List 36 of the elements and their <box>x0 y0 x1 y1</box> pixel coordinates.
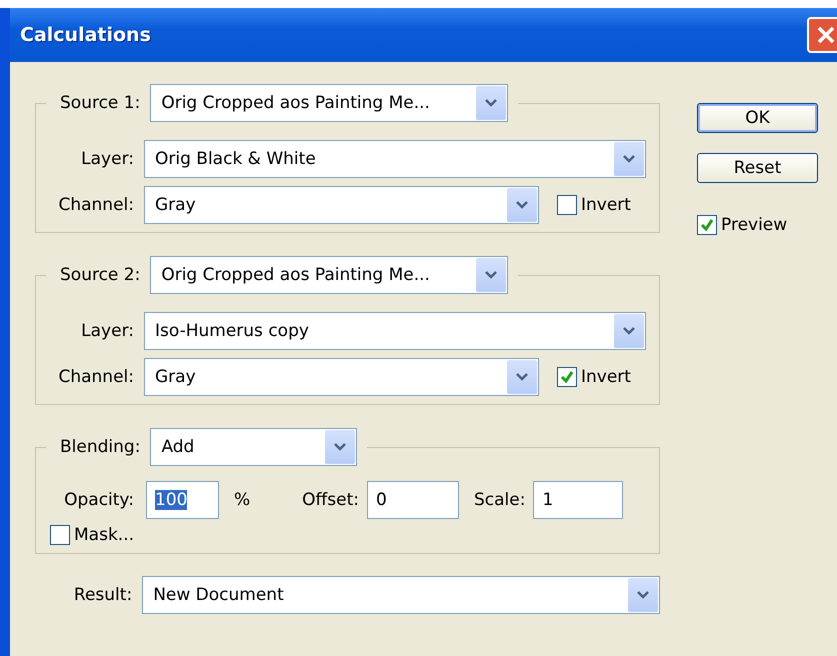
preview-checkbox[interactable] <box>697 215 717 235</box>
layer-label: Layer: <box>80 149 134 169</box>
window-title: Calculations <box>20 24 151 46</box>
offset-field[interactable]: 0 <box>366 481 459 519</box>
source-label: Source 1: <box>60 93 140 113</box>
channel-label: Channel: <box>57 367 134 387</box>
opacity-field[interactable]: 100 <box>146 481 219 519</box>
scale-label: Scale: <box>474 490 526 510</box>
invert-checkbox[interactable] <box>557 367 577 387</box>
blending-label: Blending: <box>60 437 140 457</box>
source-dropdown[interactable]: Orig Cropped aos Painting Me... <box>150 84 508 122</box>
channel-dropdown[interactable]: Gray <box>144 358 539 396</box>
mask-checkbox[interactable] <box>50 525 70 545</box>
offset-label: Offset: <box>302 490 359 510</box>
invert-label: Invert <box>581 367 631 387</box>
layer-dropdown[interactable]: Orig Black & White <box>144 140 646 178</box>
source-dropdown[interactable]: Orig Cropped aos Painting Me... <box>150 256 508 294</box>
source-label: Source 2: <box>60 265 140 285</box>
close-button[interactable] <box>807 17 837 53</box>
channel-label: Channel: <box>57 195 134 215</box>
percent-label: % <box>234 490 250 510</box>
invert-label: Invert <box>581 195 631 215</box>
scale-field[interactable]: 1 <box>533 481 624 519</box>
close-icon <box>815 24 837 46</box>
preview-label: Preview <box>721 215 788 235</box>
reset-button[interactable]: Reset <box>697 153 818 183</box>
invert-checkbox[interactable] <box>557 195 577 215</box>
opacity-label: Opacity: <box>63 490 134 510</box>
layer-dropdown[interactable]: Iso-Humerus copy <box>144 312 646 350</box>
layer-label: Layer: <box>80 321 134 341</box>
result-dropdown[interactable]: New Document <box>142 576 660 614</box>
channel-dropdown[interactable]: Gray <box>144 186 539 224</box>
result-label: Result: <box>72 585 132 605</box>
blending-dropdown[interactable]: Add <box>150 428 358 466</box>
mask-label: Mask... <box>74 525 134 545</box>
ok-button[interactable]: OK <box>697 103 818 133</box>
